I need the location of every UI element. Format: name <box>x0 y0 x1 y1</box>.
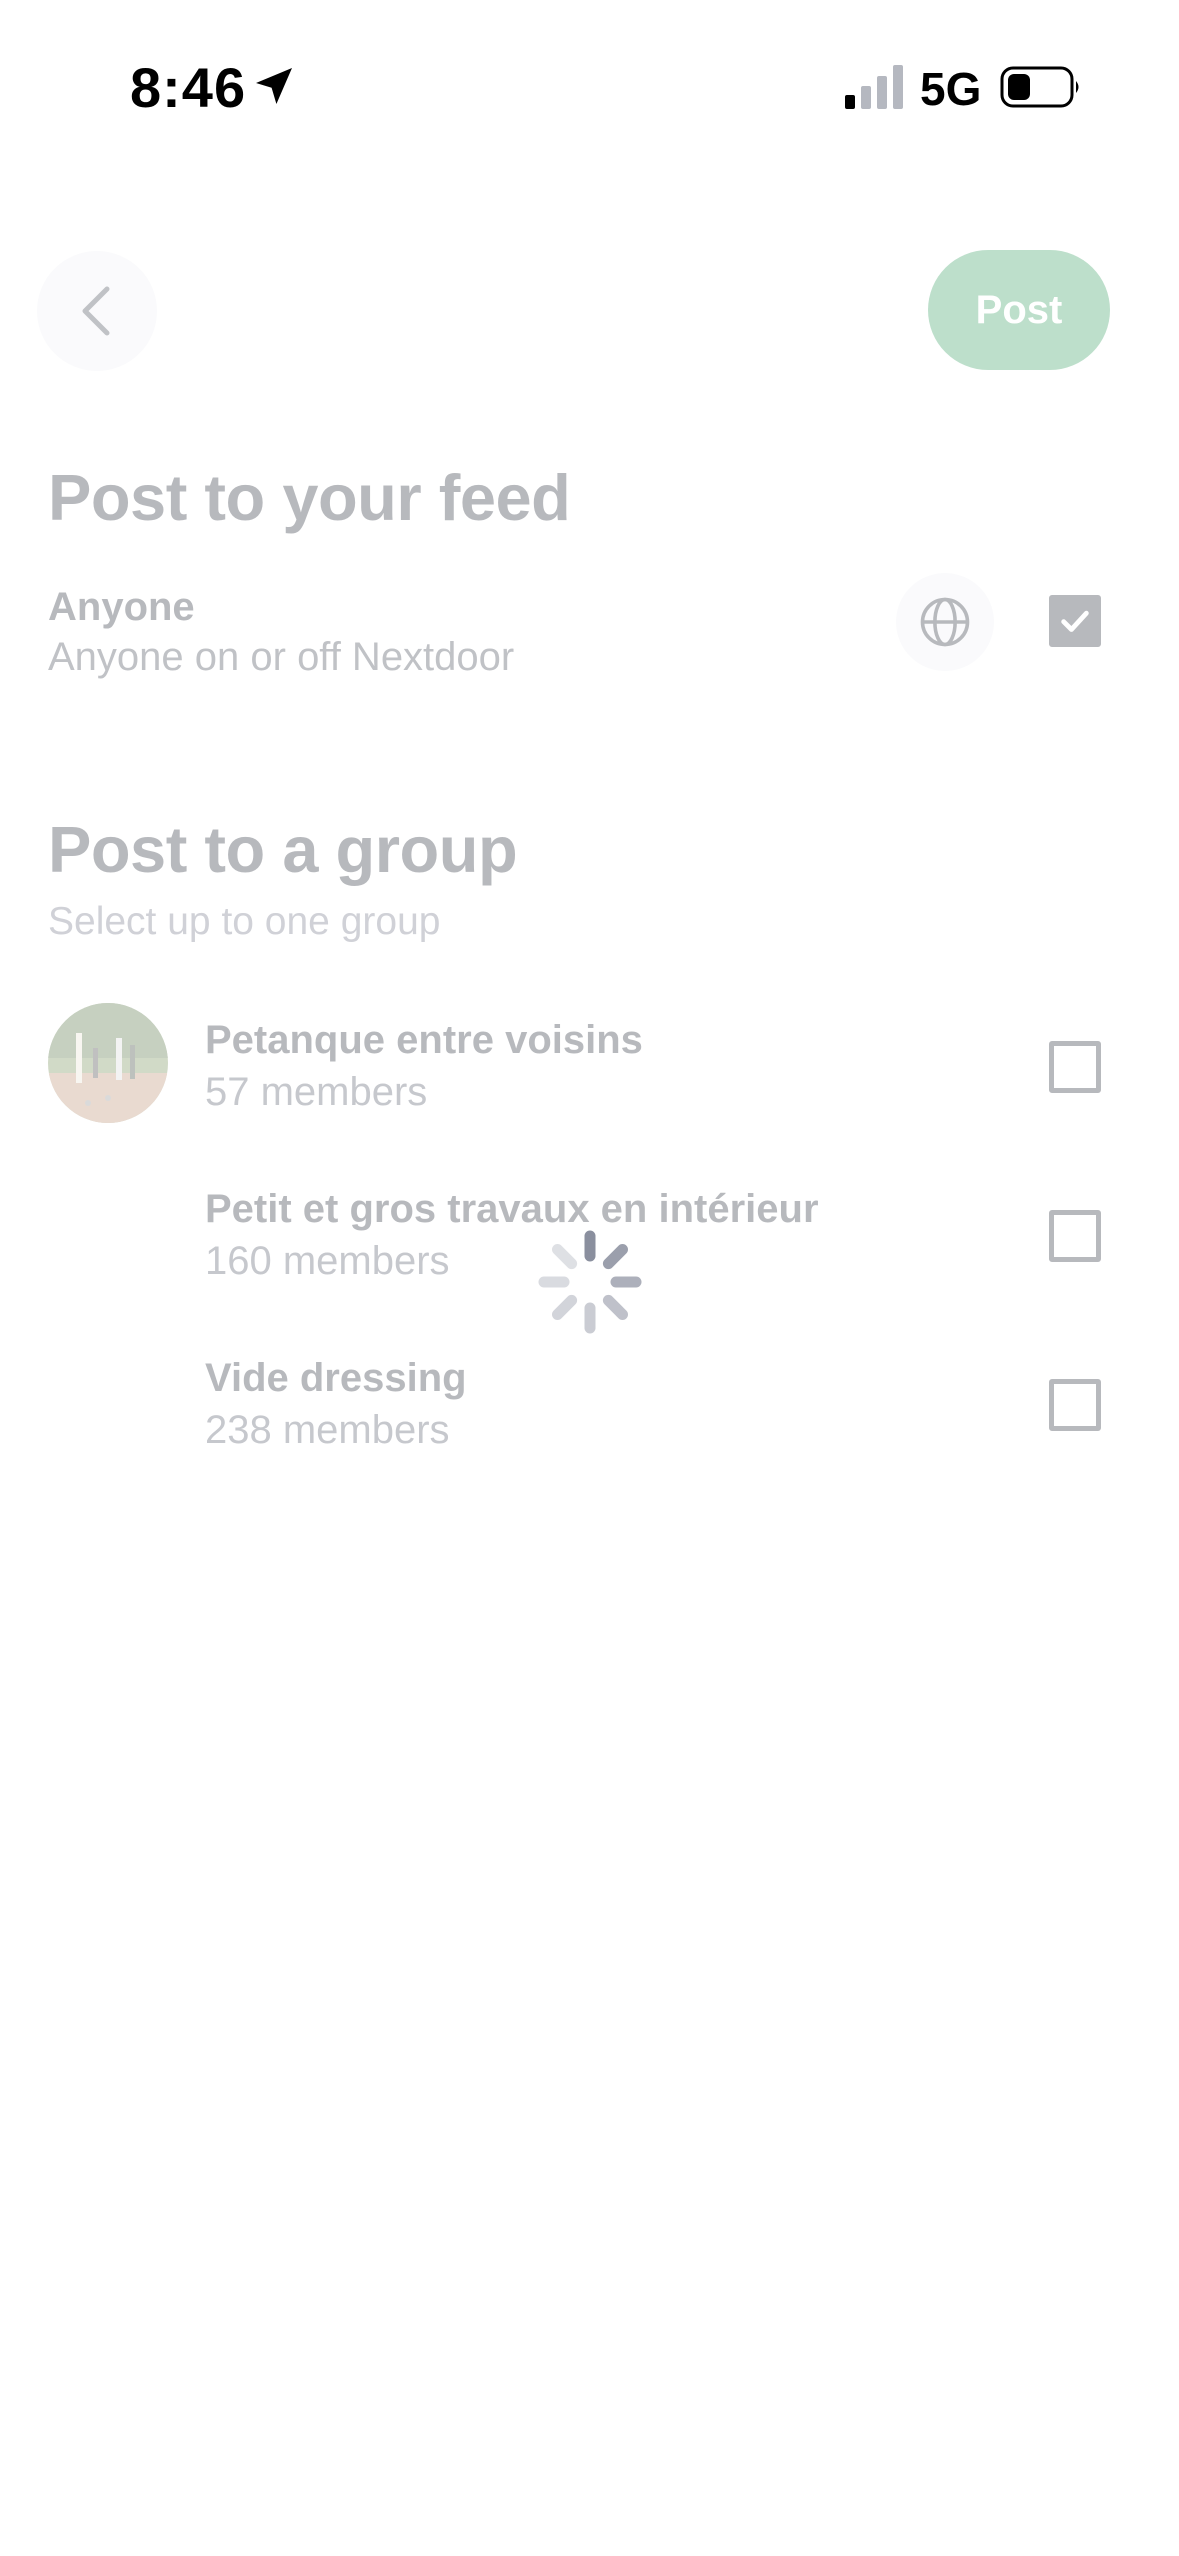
post-audience-screen: 8:46 5G Post Post to your feed Anyone An… <box>0 0 1179 2556</box>
group-checkbox[interactable] <box>1049 1210 1101 1262</box>
status-time: 8:46 <box>130 56 247 119</box>
location-arrow-icon <box>256 68 292 104</box>
network-type: 5G <box>920 63 982 115</box>
group-checkbox[interactable] <box>1049 1379 1101 1431</box>
loading-spinner-icon <box>538 1230 642 1334</box>
group-name: Vide dressing <box>205 1356 467 1400</box>
cellular-signal-icon <box>845 65 903 109</box>
anyone-option-subtitle: Anyone on or off Nextdoor <box>48 635 515 679</box>
group-name: Petanque entre voisins <box>205 1018 643 1062</box>
anyone-option-title: Anyone <box>48 585 195 629</box>
globe-badge <box>896 573 994 671</box>
group-name: Petit et gros travaux en intérieur <box>205 1187 819 1231</box>
group-members: 57 members <box>205 1070 428 1114</box>
group-checkbox[interactable] <box>1049 1041 1101 1093</box>
group-members: 160 members <box>205 1239 450 1283</box>
post-button[interactable]: Post <box>928 250 1110 370</box>
chevron-left-icon <box>82 286 110 336</box>
feed-section-title: Post to your feed <box>48 461 571 534</box>
globe-icon <box>920 597 970 647</box>
group-section-subtitle: Select up to one group <box>48 900 441 943</box>
group-avatar <box>48 1003 168 1123</box>
anyone-checkbox[interactable] <box>1049 595 1101 647</box>
checkmark-icon <box>1061 610 1089 632</box>
battery-icon <box>1000 66 1079 108</box>
group-members: 238 members <box>205 1408 450 1452</box>
group-section-title: Post to a group <box>48 813 518 886</box>
back-button[interactable] <box>37 251 157 371</box>
